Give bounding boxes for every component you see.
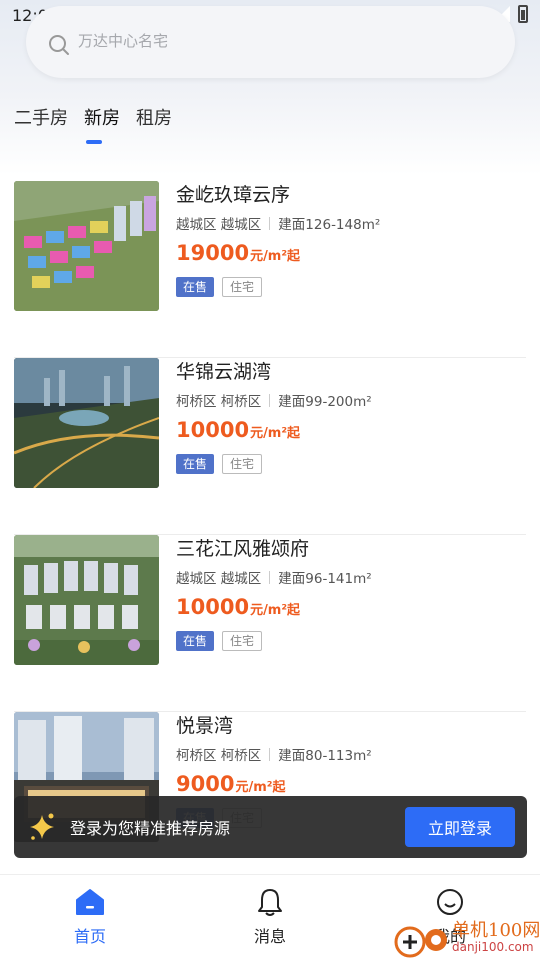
listing-price: 19000 (176, 241, 250, 265)
listing-price: 10000 (176, 595, 250, 619)
divider (269, 570, 271, 584)
listing-district: 柯桥区 柯桥区 (176, 748, 262, 764)
smiley-icon (437, 889, 463, 915)
listing-area: 建面80-113m² (278, 748, 372, 764)
divider (269, 393, 271, 407)
listing-district: 越城区 越城区 (176, 217, 262, 233)
listing-item[interactable]: 华锦云湖湾 柯桥区 柯桥区 建面99-200m² 10000 元/m²起 在售 … (14, 358, 526, 535)
battery-icon (518, 5, 528, 23)
nav-home-label: 首页 (73, 927, 106, 946)
watermark-name: 单机100网 (452, 920, 540, 941)
login-prompt-text: 登录为您精准推荐房源 (70, 819, 231, 838)
listing-price-unit: 元/m²起 (250, 249, 301, 264)
watermark-url: danji100.com (452, 940, 534, 954)
listing-list: 金屹玖璋云序 越城区 越城区 建面126-148m² 19000 元/m²起 在… (14, 181, 526, 889)
listing-price: 10000 (176, 418, 250, 442)
tab-rental[interactable]: 租房 (136, 104, 172, 134)
search-input[interactable]: 万达中心名宅 (26, 6, 515, 78)
login-banner: 登录为您精准推荐房源 立即登录 (14, 796, 527, 858)
listing-photo (14, 181, 159, 311)
status-badge: 在售 (176, 277, 215, 297)
listing-price: 9000 (176, 772, 235, 796)
divider (269, 216, 271, 230)
listing-price-unit: 元/m²起 (250, 603, 301, 618)
listing-price-unit: 元/m²起 (235, 780, 286, 795)
listing-name: 金屹玖璋云序 (176, 184, 291, 206)
status-badge: 在售 (176, 631, 215, 651)
home-icon (76, 889, 104, 915)
listing-name: 三花江风雅颂府 (176, 538, 310, 560)
tab-new-house[interactable]: 新房 (84, 104, 120, 134)
listing-area: 建面126-148m² (278, 217, 381, 233)
nav-messages-label: 消息 (253, 927, 286, 946)
category-tabs: 二手房 新房 租房 (14, 104, 172, 134)
login-button[interactable]: 立即登录 (405, 807, 515, 847)
nav-home[interactable]: 首页 (50, 887, 130, 947)
status-badge: 在售 (176, 454, 215, 474)
search-placeholder: 万达中心名宅 (78, 32, 169, 50)
type-badge: 住宅 (222, 277, 263, 297)
nav-messages[interactable]: 消息 (230, 887, 310, 947)
sparkle-icon (30, 813, 54, 840)
listing-photo (14, 358, 159, 488)
listing-area: 建面99-200m² (278, 394, 372, 410)
listing-photo (14, 535, 159, 665)
search-icon (49, 35, 69, 55)
listing-item[interactable]: 三花江风雅颂府 越城区 越城区 建面96-141m² 10000 元/m²起 在… (14, 535, 526, 712)
active-tab-indicator (86, 140, 102, 144)
tab-second-hand[interactable]: 二手房 (14, 104, 68, 134)
divider (269, 747, 271, 761)
listing-price-unit: 元/m²起 (250, 426, 301, 441)
listing-district: 越城区 越城区 (176, 571, 262, 587)
listing-item[interactable]: 金屹玖璋云序 越城区 越城区 建面126-148m² 19000 元/m²起 在… (14, 181, 526, 358)
listing-name: 华锦云湖湾 (176, 361, 272, 383)
type-badge: 住宅 (222, 454, 263, 474)
listing-district: 柯桥区 柯桥区 (176, 394, 262, 410)
listing-area: 建面96-141m² (278, 571, 372, 587)
watermark-logo-icon (394, 926, 447, 958)
type-badge: 住宅 (222, 631, 263, 651)
bell-icon (258, 889, 282, 916)
watermark: 单机100网 danji100.com (390, 914, 540, 960)
listing-name: 悦景湾 (176, 715, 234, 737)
